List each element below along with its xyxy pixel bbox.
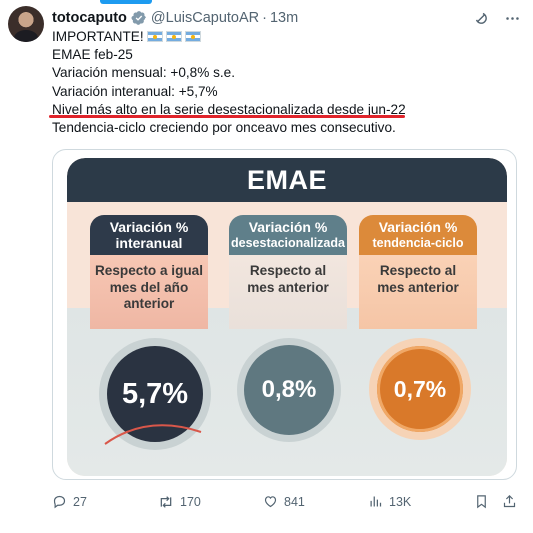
column-header: Variación % desestacionalizada xyxy=(229,215,347,255)
tweet-line-4: Variación interanual: +5,7% xyxy=(52,83,218,99)
column-subtitle: Respecto al mes anterior xyxy=(229,255,347,329)
bookmark-icon xyxy=(477,495,486,509)
bookmark-button[interactable] xyxy=(474,494,489,509)
verified-badge-icon xyxy=(131,11,146,25)
infographic-header: EMAE xyxy=(67,158,507,202)
like-icon xyxy=(264,496,277,508)
share-icon xyxy=(503,495,516,508)
views-button[interactable]: 13K xyxy=(368,494,411,509)
value-circle-desestacionalizada: 0,8% xyxy=(244,345,334,435)
avatar[interactable] xyxy=(8,6,44,42)
share-button[interactable] xyxy=(502,494,517,509)
reply-count: 27 xyxy=(73,494,87,509)
more-icon[interactable] xyxy=(504,10,521,27)
views-icon xyxy=(370,496,382,507)
argentina-flag-icon xyxy=(146,31,163,42)
separator-dot: · xyxy=(262,10,267,26)
emae-infographic: EMAE Variación % interanual Respecto a i… xyxy=(67,158,507,476)
repost-count: 170 xyxy=(180,495,201,509)
argentina-flag-icon xyxy=(184,31,201,42)
tweet-line-6: Tendencia-ciclo creciendo por onceavo me… xyxy=(52,119,396,135)
grok-icon[interactable] xyxy=(473,10,490,27)
active-tab-indicator xyxy=(100,0,152,4)
column-header: Variación % tendencia-ciclo xyxy=(359,215,477,255)
column-header: Variación % interanual xyxy=(90,215,208,255)
author-name[interactable]: totocaputo xyxy=(52,10,127,26)
repost-button[interactable]: 170 xyxy=(158,494,201,510)
column-desestacionalizada: Variación % desestacionalizada Respecto … xyxy=(229,215,347,329)
tweet-text: IMPORTANTE! EMAE feb-25 Variación mensua… xyxy=(52,28,522,137)
column-tendencia-ciclo: Variación % tendencia-ciclo Respecto al … xyxy=(359,215,477,329)
author-handle[interactable]: @LuisCaputoAR xyxy=(151,10,259,26)
like-count: 841 xyxy=(284,494,305,509)
reply-button[interactable]: 27 xyxy=(52,494,87,509)
repost-icon xyxy=(160,496,172,508)
tweet-line-3: Variación mensual: +0,8% s.e. xyxy=(52,65,235,81)
tweet-line-1: IMPORTANTE! xyxy=(52,28,522,46)
highlight-underline xyxy=(49,115,405,118)
value-circle-tendencia-ciclo: 0,7% xyxy=(377,346,463,432)
column-subtitle: Respecto al mes anterior xyxy=(359,255,477,329)
argentina-flag-icon xyxy=(165,31,182,42)
view-count: 13K xyxy=(389,494,412,509)
timestamp[interactable]: 13m xyxy=(270,10,298,26)
reply-icon xyxy=(53,495,66,509)
tweet-line-2: EMAE feb-25 xyxy=(52,47,133,63)
column-interanual: Variación % interanual Respecto a igual … xyxy=(90,215,208,329)
like-button[interactable]: 841 xyxy=(263,494,305,509)
tweet-actions: 27 170 841 13K xyxy=(52,494,522,514)
media-card[interactable]: EMAE Variación % interanual Respecto a i… xyxy=(52,149,517,480)
infographic-title: EMAE xyxy=(246,164,327,195)
column-subtitle: Respecto a igual mes del año anterior xyxy=(90,255,208,329)
value-circle-interanual: 5,7% xyxy=(107,346,203,442)
tweet-header: totocaputo @LuisCaputoAR · 13m xyxy=(52,8,521,28)
